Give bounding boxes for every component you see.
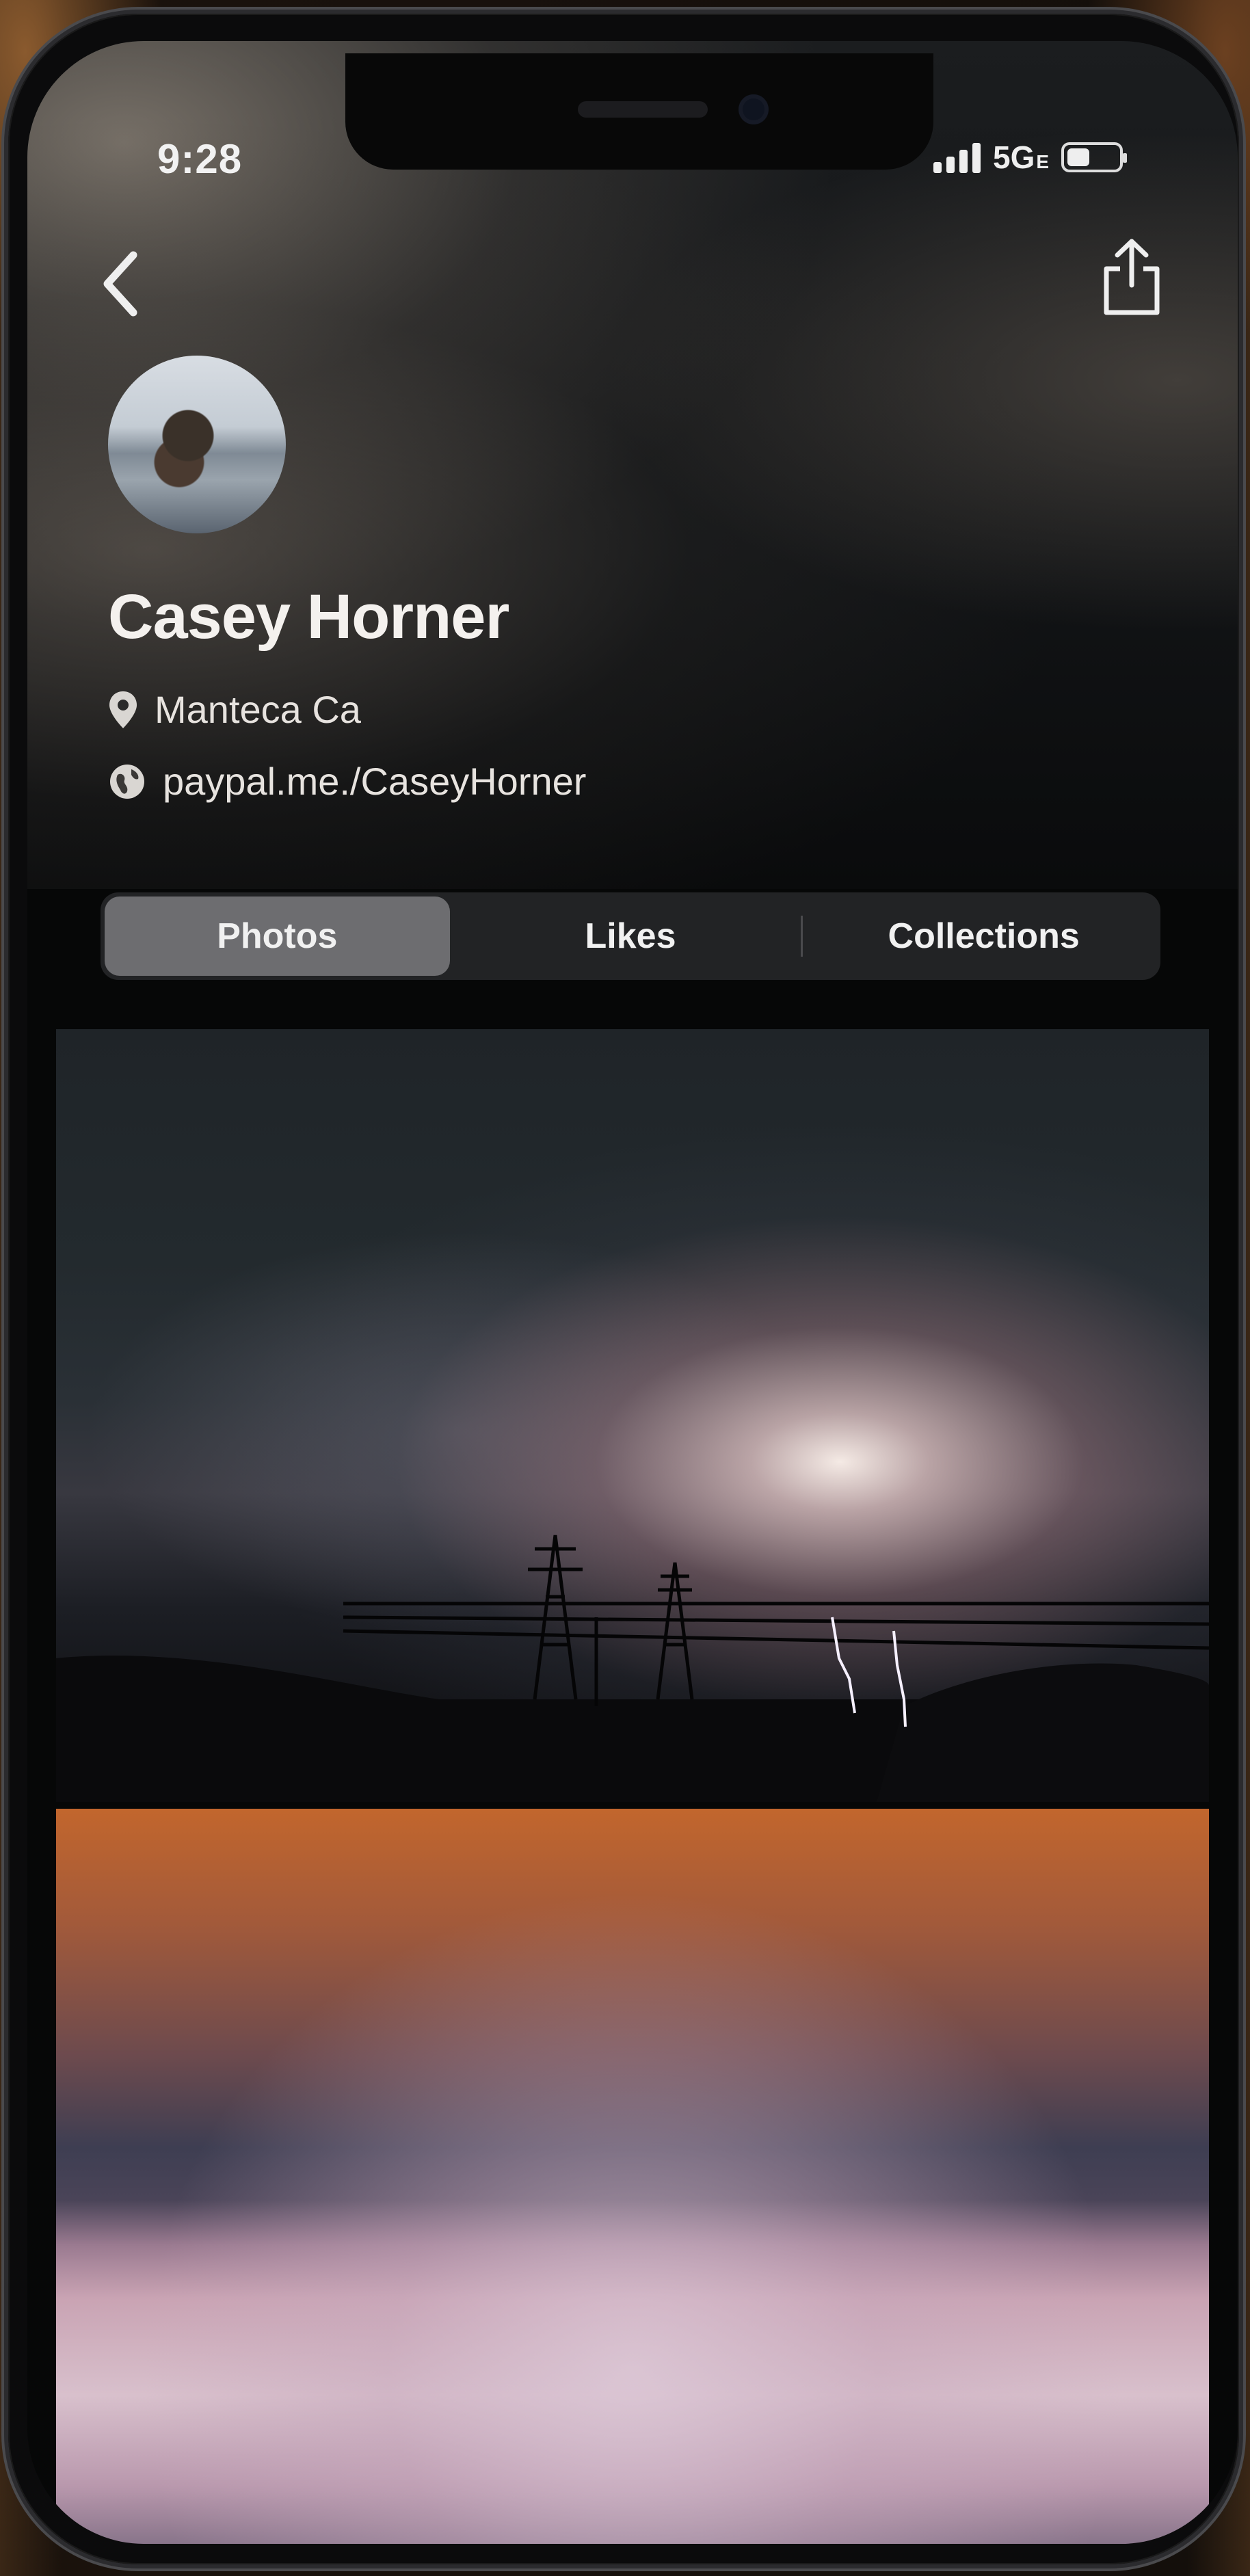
battery-icon bbox=[1061, 142, 1128, 172]
network-indicator: 5GE bbox=[993, 139, 1049, 176]
tab-likes-label: Likes bbox=[585, 916, 676, 956]
status-indicators: 5GE bbox=[933, 137, 1128, 178]
network-label: 5G bbox=[993, 140, 1035, 175]
avatar[interactable] bbox=[108, 356, 286, 533]
chevron-left-icon bbox=[103, 251, 137, 317]
phone-screen: 9:28 5GE Casey Horner Manteca Ca paypal.… bbox=[27, 41, 1238, 2544]
tab-collections[interactable]: Collections bbox=[811, 897, 1156, 976]
location-row: Manteca Ca bbox=[108, 687, 361, 732]
share-icon bbox=[1104, 239, 1160, 315]
tab-photos[interactable]: Photos bbox=[105, 897, 450, 976]
phone-frame: 9:28 5GE Casey Horner Manteca Ca paypal.… bbox=[8, 14, 1239, 2564]
profile-name: Casey Horner bbox=[108, 582, 509, 652]
share-button[interactable] bbox=[1094, 229, 1169, 325]
tab-likes[interactable]: Likes bbox=[458, 897, 803, 976]
front-camera bbox=[739, 94, 769, 124]
globe-icon bbox=[110, 764, 144, 799]
photo-sunset-fog[interactable] bbox=[56, 1809, 1209, 2544]
notch bbox=[345, 53, 933, 170]
battery-fill bbox=[1067, 148, 1090, 166]
signal-icon bbox=[933, 142, 981, 173]
link-row[interactable]: paypal.me./CaseyHorner bbox=[108, 759, 586, 804]
back-button[interactable] bbox=[89, 246, 150, 321]
tab-divider bbox=[801, 916, 803, 957]
link-text[interactable]: paypal.me./CaseyHorner bbox=[163, 759, 586, 804]
network-suffix: E bbox=[1036, 151, 1050, 172]
profile-tabs: Photos Likes Collections bbox=[101, 892, 1160, 980]
status-time: 9:28 bbox=[157, 136, 243, 182]
speaker bbox=[578, 101, 708, 118]
photo-lightning-storm[interactable] bbox=[56, 1029, 1209, 1802]
location-text: Manteca Ca bbox=[155, 688, 361, 731]
location-pin-icon bbox=[109, 691, 137, 728]
power-tower-silhouettes bbox=[56, 1535, 1209, 1802]
